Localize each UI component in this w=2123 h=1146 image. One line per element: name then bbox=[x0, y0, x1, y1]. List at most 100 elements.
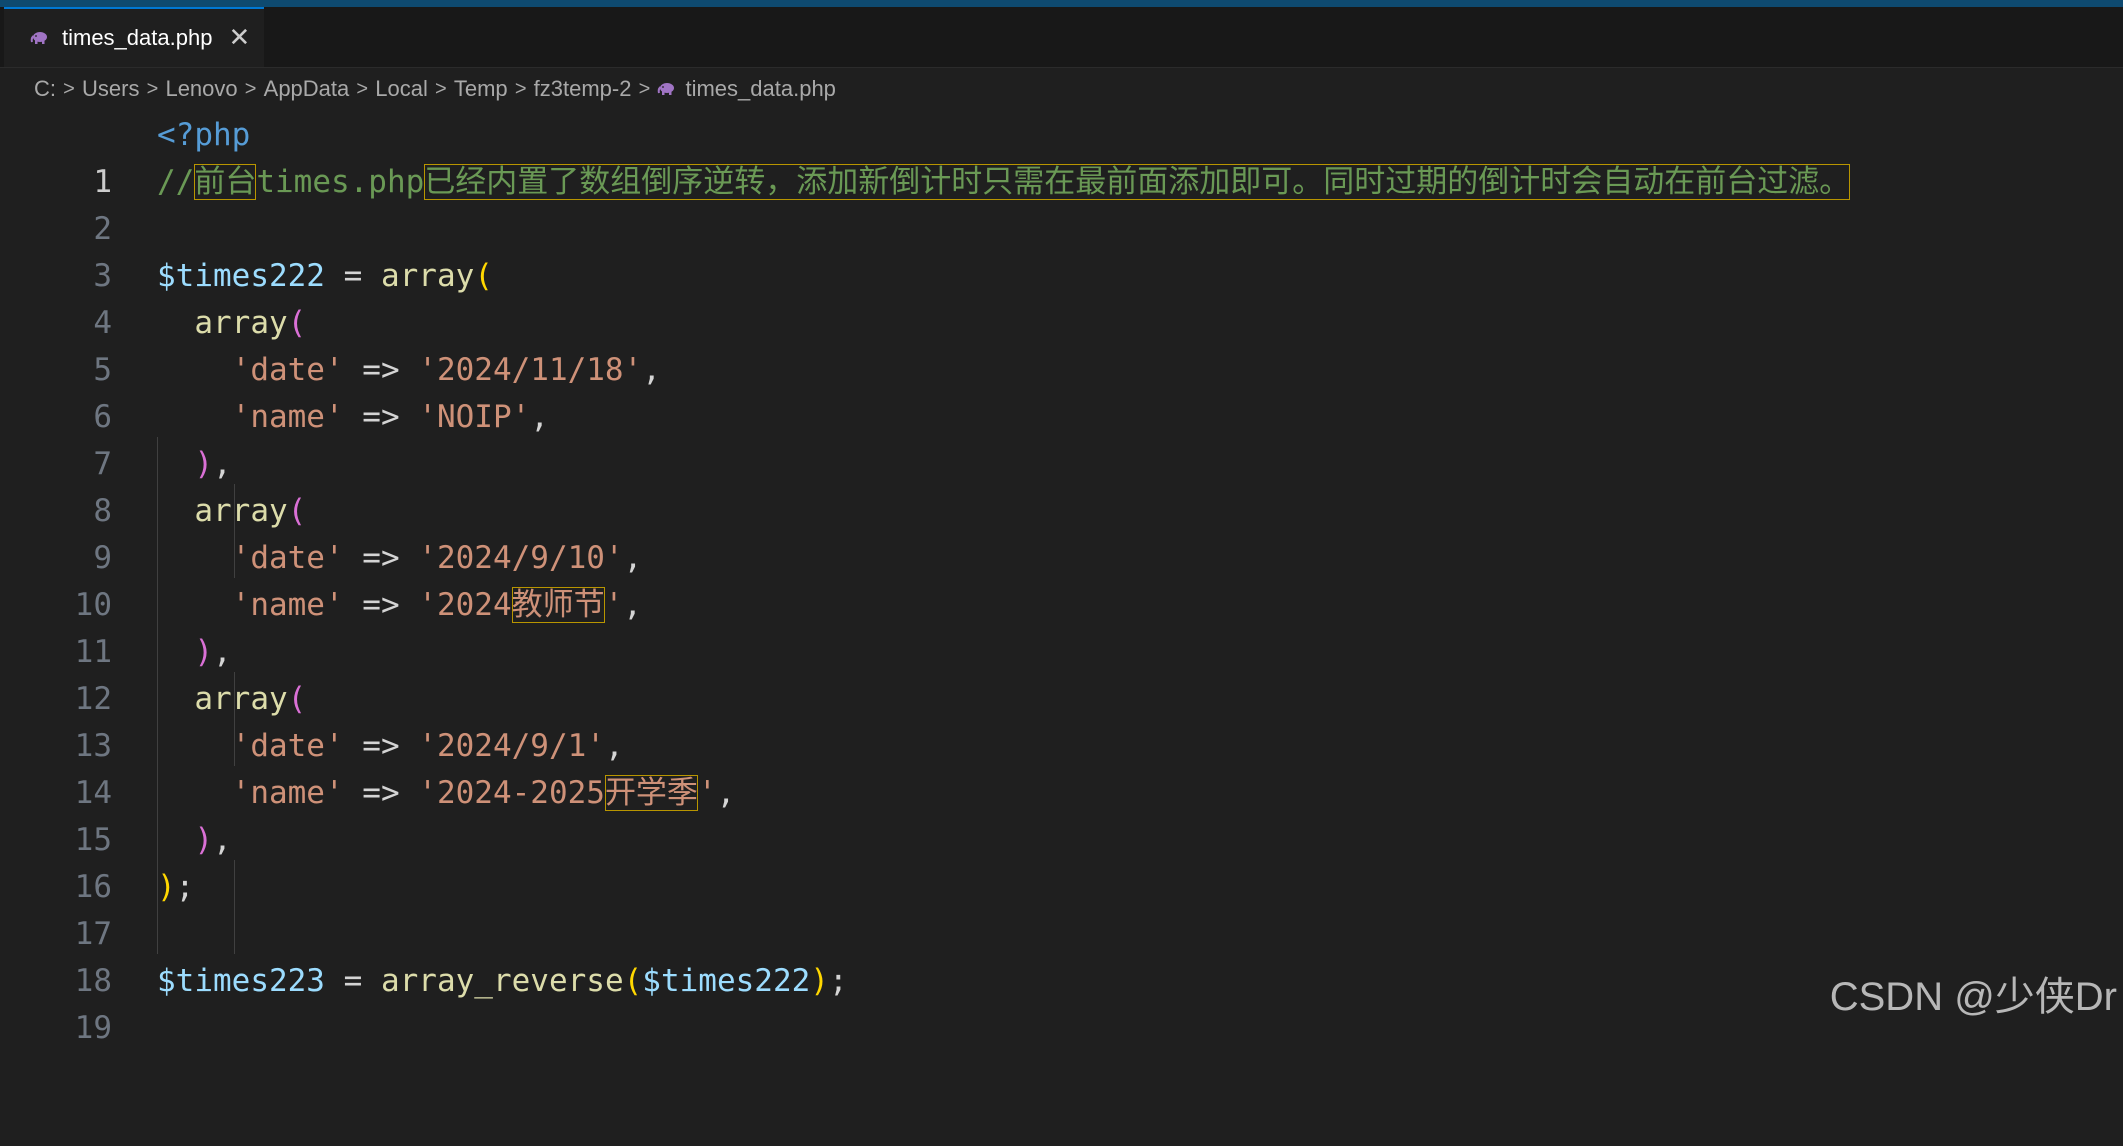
code-line: 12 ), bbox=[0, 629, 2123, 717]
bracket: ( bbox=[287, 305, 307, 341]
punctuation: ; bbox=[175, 869, 195, 905]
breadcrumb-separator-icon: > bbox=[63, 77, 75, 100]
php-elephant-icon bbox=[657, 82, 675, 96]
code-line: 19 $times223 = array_reverse($times222); bbox=[0, 958, 2123, 1046]
breadcrumb-item-local[interactable]: Local bbox=[375, 76, 428, 102]
breadcrumb-item-lenovo[interactable]: Lenovo bbox=[165, 76, 237, 102]
code-line: 17 ); bbox=[0, 864, 2123, 952]
punctuation: , bbox=[213, 822, 232, 858]
code-line: 15 'name' => '2024-2025开学季', bbox=[0, 770, 2123, 858]
code-line: 3 bbox=[0, 206, 2123, 294]
close-icon[interactable]: ✕ bbox=[228, 25, 250, 51]
breadcrumb-item-file[interactable]: times_data.php bbox=[685, 76, 835, 102]
string: 'name' bbox=[231, 775, 344, 811]
punctuation: ; bbox=[828, 963, 848, 999]
code-line: 1 <?php bbox=[0, 112, 2123, 200]
breadcrumb-separator-icon: > bbox=[146, 77, 159, 100]
variable: $times223 bbox=[157, 963, 325, 999]
breadcrumb-separator-icon: > bbox=[356, 77, 369, 100]
variable: $times222 bbox=[642, 963, 811, 999]
php-open-tag: <?php bbox=[157, 117, 251, 153]
breadcrumb-item-temp[interactable]: Temp bbox=[454, 76, 508, 102]
operator: => bbox=[343, 399, 419, 435]
string: '2024 bbox=[418, 587, 512, 623]
code-line: 2 //前台times.php已经内置了数组倒序逆转，添加新倒计时只需在最前面添… bbox=[0, 159, 2123, 247]
unicode-highlight: 已经内置了数组倒序逆转，添加新倒计时只需在最前面添加即可。同时过期的倒计时会自动… bbox=[424, 164, 1851, 200]
breadcrumb-separator-icon: > bbox=[638, 77, 651, 100]
code-line: 11 'name' => '2024教师节', bbox=[0, 582, 2123, 670]
operator: => bbox=[343, 728, 419, 764]
breadcrumb: C: > Users > Lenovo > AppData > Local > … bbox=[34, 72, 836, 106]
string: 'name' bbox=[231, 587, 344, 623]
operator: = bbox=[324, 258, 381, 294]
string: '2024/11/18' bbox=[418, 352, 643, 388]
string: 'name' bbox=[231, 399, 344, 435]
unicode-highlight: 教师节 bbox=[511, 587, 605, 623]
operator: = bbox=[324, 963, 381, 999]
punctuation: , bbox=[530, 399, 549, 435]
punctuation: , bbox=[623, 587, 642, 623]
window-top-accent bbox=[0, 0, 2123, 7]
code-line: 9 array( bbox=[0, 488, 2123, 576]
code-line: 5 array( bbox=[0, 300, 2123, 388]
string: 'date' bbox=[231, 352, 344, 388]
code-line: 8 ), bbox=[0, 441, 2123, 529]
bracket: ( bbox=[287, 681, 307, 717]
string: '2024-2025 bbox=[418, 775, 605, 811]
breadcrumb-item-users[interactable]: Users bbox=[82, 76, 139, 102]
function-name: array bbox=[380, 258, 475, 294]
string: '2024/9/1' bbox=[418, 728, 605, 764]
operator: => bbox=[343, 540, 419, 576]
code-line: 7 'name' => 'NOIP', bbox=[0, 394, 2123, 482]
operator: => bbox=[343, 352, 419, 388]
punctuation: , bbox=[213, 446, 232, 482]
tab-times-data-php[interactable]: times_data.php ✕ bbox=[4, 7, 264, 67]
punctuation: , bbox=[642, 352, 661, 388]
string: ' bbox=[697, 775, 717, 811]
unicode-highlight: 开学季 bbox=[604, 775, 698, 811]
function-name: array bbox=[194, 681, 288, 717]
bracket: ) bbox=[194, 634, 213, 670]
operator: => bbox=[343, 587, 419, 623]
breadcrumb-item-drive[interactable]: C: bbox=[34, 76, 56, 102]
bracket: ) bbox=[157, 869, 176, 905]
punctuation: , bbox=[604, 728, 624, 764]
code-editor[interactable]: 1 <?php 2 //前台times.php已经内置了数组倒序逆转，添加新倒计… bbox=[0, 108, 2123, 1046]
string: '2024/9/10' bbox=[418, 540, 624, 576]
code-line: 13 array( bbox=[0, 676, 2123, 764]
editor-tab-bar: times_data.php ✕ bbox=[0, 7, 2123, 68]
php-elephant-icon bbox=[30, 31, 48, 45]
function-name: array bbox=[194, 493, 288, 529]
bracket: ( bbox=[623, 963, 643, 999]
comment-slashes: // bbox=[157, 164, 195, 200]
punctuation: , bbox=[623, 540, 643, 576]
code-line: 18 bbox=[0, 911, 2123, 999]
watermark: CSDN @少侠Dr bbox=[1829, 975, 2117, 1019]
string: ' bbox=[604, 587, 624, 623]
string: 'NOIP' bbox=[418, 399, 531, 435]
code-line: 16 ), bbox=[0, 817, 2123, 905]
string: 'date' bbox=[231, 540, 344, 576]
function-name: array_reverse bbox=[380, 963, 624, 999]
code-line: 4 $times222 = array( bbox=[0, 253, 2123, 341]
breadcrumb-item-appdata[interactable]: AppData bbox=[264, 76, 350, 102]
comment-filename: times.php bbox=[256, 164, 425, 200]
function-name: array bbox=[194, 305, 288, 341]
bracket: ) bbox=[810, 963, 829, 999]
bracket: ) bbox=[194, 822, 213, 858]
code-line: 6 'date' => '2024/11/18', bbox=[0, 347, 2123, 435]
bracket: ( bbox=[287, 493, 307, 529]
tab-label: times_data.php bbox=[62, 25, 213, 50]
comment: //前台times.php已经内置了数组倒序逆转，添加新倒计时只需在最前面添加即… bbox=[157, 159, 1851, 206]
bracket: ( bbox=[474, 258, 493, 294]
code-line: 14 'date' => '2024/9/1', bbox=[0, 723, 2123, 811]
breadcrumb-separator-icon: > bbox=[514, 77, 527, 100]
breadcrumb-item-fz3temp[interactable]: fz3temp-2 bbox=[534, 76, 632, 102]
breadcrumb-separator-icon: > bbox=[435, 77, 447, 100]
string: 'date' bbox=[231, 728, 344, 764]
variable: $times222 bbox=[157, 258, 325, 294]
punctuation: , bbox=[213, 634, 232, 670]
code-line: 10 'date' => '2024/9/10', bbox=[0, 535, 2123, 623]
unicode-highlight: 前台 bbox=[194, 164, 257, 200]
breadcrumb-separator-icon: > bbox=[244, 77, 257, 100]
